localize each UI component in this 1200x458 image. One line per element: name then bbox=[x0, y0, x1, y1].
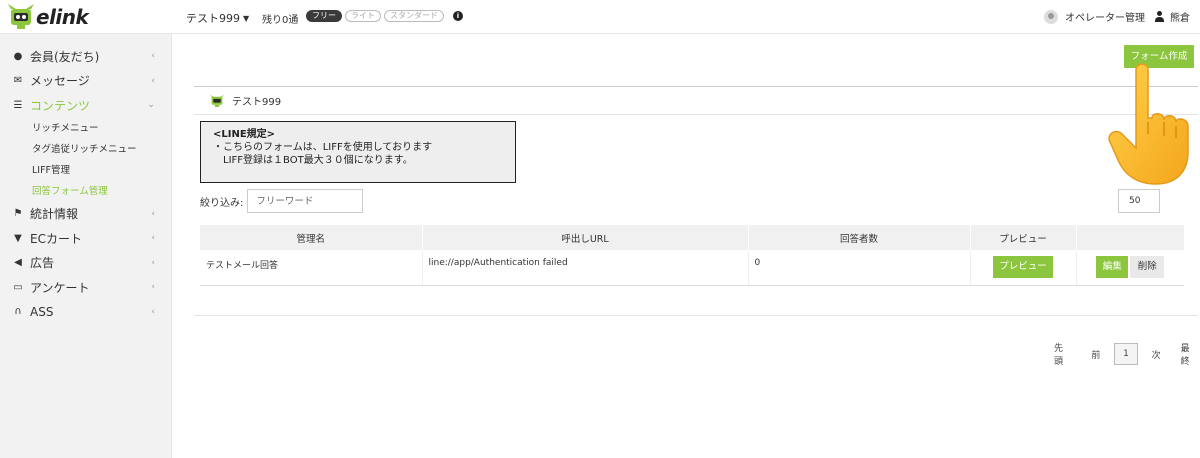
sidebar-item-contents[interactable]: ☰ コンテンツ ⌄ bbox=[0, 93, 171, 118]
filter-row: 絞り込み: bbox=[200, 189, 364, 213]
robot-logo-icon bbox=[8, 4, 34, 29]
logo-text: elink bbox=[36, 5, 89, 29]
pager-current-page[interactable]: 1 bbox=[1114, 343, 1138, 365]
header-right: オペレーター管理 熊倉 bbox=[1044, 9, 1190, 24]
edit-button[interactable]: 編集 bbox=[1096, 256, 1129, 279]
sidebar-item-members[interactable]: ● 会員(友だち) ‹ bbox=[0, 44, 171, 69]
sidebar: ● 会員(友だち) ‹ ✉ メッセージ ‹ ☰ コンテンツ ⌄ リッチメニュー … bbox=[0, 34, 172, 458]
chevron-left-icon: ‹ bbox=[151, 257, 155, 268]
cell-name: テストメール回答 bbox=[200, 250, 423, 286]
cart-icon: ▼ bbox=[14, 232, 22, 244]
operator-management-link[interactable]: オペレーター管理 bbox=[1065, 9, 1145, 24]
chevron-left-icon: ‹ bbox=[151, 282, 155, 292]
sidebar-item-survey[interactable]: ▭ アンケート ‹ bbox=[0, 275, 171, 300]
sidebar-item-label: アンケート bbox=[30, 280, 90, 295]
list-icon: ☰ bbox=[13, 99, 23, 111]
info-icon[interactable]: i bbox=[453, 11, 463, 21]
sidebar-item-label: 会員(友だち) bbox=[30, 49, 100, 64]
sidebar-subitem-tag-rich-menu[interactable]: タグ追従リッチメニュー bbox=[0, 139, 171, 160]
preview-button[interactable]: プレビュー bbox=[993, 256, 1053, 279]
account-name: テスト999 bbox=[186, 12, 240, 25]
chevron-down-icon: ⌄ bbox=[147, 100, 155, 110]
line-notice-box: <LINE規定> ・こちらのフォームは、LIFFを使用しております LIFF登録… bbox=[200, 121, 516, 183]
plan-badge-free: フリー bbox=[306, 10, 342, 22]
per-page-select[interactable]: 50 bbox=[1118, 189, 1160, 213]
sidebar-item-label: コンテンツ bbox=[30, 98, 91, 113]
panel-header: テスト999 bbox=[194, 87, 1198, 115]
flag-icon: ⚑ bbox=[13, 208, 23, 220]
pager-last[interactable]: 最終 bbox=[1181, 341, 1198, 367]
column-header-preview: プレビュー bbox=[970, 225, 1077, 250]
headset-icon: ∩ bbox=[14, 306, 22, 318]
panel-title: テスト999 bbox=[232, 97, 282, 108]
top-bar: elink テスト999 ▼ 残り0通 フリー ライト スタンダード i オペレ… bbox=[0, 0, 1200, 34]
column-header-url: 呼出しURL bbox=[422, 225, 749, 250]
operator-avatar-icon bbox=[1044, 9, 1058, 24]
delete-button[interactable]: 削除 bbox=[1130, 256, 1165, 279]
plan-badges: フリー ライト スタンダード i bbox=[306, 10, 463, 22]
chevron-left-icon: ‹ bbox=[151, 208, 155, 219]
user-name[interactable]: 熊倉 bbox=[1170, 9, 1190, 24]
robot-icon bbox=[210, 94, 224, 107]
chevron-left-icon: ‹ bbox=[151, 233, 155, 243]
plan-badge-light: ライト bbox=[345, 10, 381, 22]
pointing-hand-icon bbox=[1108, 63, 1189, 185]
pager-prev[interactable]: 前 bbox=[1091, 348, 1100, 361]
column-header-respondents: 回答者数 bbox=[748, 225, 971, 250]
filter-label: 絞り込み: bbox=[200, 197, 244, 209]
sidebar-item-label: 広告 bbox=[30, 256, 55, 271]
chevron-left-icon: ‹ bbox=[151, 75, 155, 86]
plan-badge-standard: スタンダード bbox=[384, 10, 444, 22]
pagination: 先頭 前 1 次 最終 bbox=[1054, 341, 1198, 367]
notice-line-2: LIFF登録は１BOT最大３０個になります。 bbox=[223, 155, 413, 166]
keyboard-icon: ▭ bbox=[13, 281, 23, 293]
sidebar-subitem-liff[interactable]: LIFF管理 bbox=[0, 160, 171, 181]
sidebar-item-ads[interactable]: ◀ 広告 ‹ bbox=[0, 251, 171, 276]
sidebar-item-ec-cart[interactable]: ▼ ECカート ‹ bbox=[0, 226, 171, 251]
user-icon bbox=[1155, 11, 1164, 22]
sidebar-item-label: メッセージ bbox=[30, 74, 90, 89]
account-selector[interactable]: テスト999 ▼ bbox=[186, 10, 249, 26]
main-content: フォーム作成 テスト999 <LINE規定> ・こちらのフォームは、LIFFを使… bbox=[172, 34, 1200, 458]
envelope-icon: ✉ bbox=[13, 75, 23, 87]
megaphone-icon: ◀ bbox=[14, 257, 22, 269]
chevron-left-icon: ‹ bbox=[151, 306, 155, 317]
sidebar-item-statistics[interactable]: ⚑ 統計情報 ‹ bbox=[0, 202, 171, 227]
pager-first[interactable]: 先頭 bbox=[1054, 341, 1071, 367]
sidebar-item-messages[interactable]: ✉ メッセージ ‹ bbox=[0, 69, 171, 94]
notice-line-1: ・こちらのフォームは、LIFFを使用しております bbox=[213, 142, 433, 153]
column-header-name: 管理名 bbox=[200, 225, 423, 250]
sidebar-item-ass[interactable]: ∩ ASS ‹ bbox=[0, 300, 171, 325]
sidebar-subitem-answer-forms[interactable]: 回答フォーム管理 bbox=[0, 181, 171, 202]
cell-respondents: 0 bbox=[748, 250, 971, 286]
cell-url: line://app/Authentication failed bbox=[422, 250, 749, 286]
filter-input[interactable] bbox=[247, 189, 364, 213]
chevron-left-icon: ‹ bbox=[151, 51, 155, 61]
cell-actions: 編集 削除 bbox=[1076, 250, 1184, 286]
cell-preview: プレビュー bbox=[970, 250, 1077, 286]
remaining-messages: 残り0通 bbox=[262, 15, 299, 26]
sidebar-item-label: 統計情報 bbox=[30, 207, 79, 222]
notice-title: <LINE規定> bbox=[213, 129, 276, 140]
sidebar-subitem-rich-menu[interactable]: リッチメニュー bbox=[0, 118, 171, 139]
pager-next[interactable]: 次 bbox=[1152, 348, 1161, 361]
caret-down-icon: ▼ bbox=[243, 13, 250, 23]
sidebar-item-label: ASS bbox=[30, 304, 54, 319]
sidebar-item-label: ECカート bbox=[30, 231, 82, 246]
column-header-actions bbox=[1076, 225, 1184, 250]
forms-panel: テスト999 <LINE規定> ・こちらのフォームは、LIFFを使用しております… bbox=[194, 86, 1198, 367]
elink-logo[interactable]: elink bbox=[8, 4, 89, 30]
forms-table: 管理名 呼出しURL 回答者数 プレビュー テストメール回答 line://ap… bbox=[200, 225, 1184, 286]
table-row: テストメール回答 line://app/Authentication faile… bbox=[200, 250, 1184, 286]
user-icon: ● bbox=[13, 50, 23, 62]
table-header-row: 管理名 呼出しURL 回答者数 プレビュー bbox=[200, 225, 1184, 250]
